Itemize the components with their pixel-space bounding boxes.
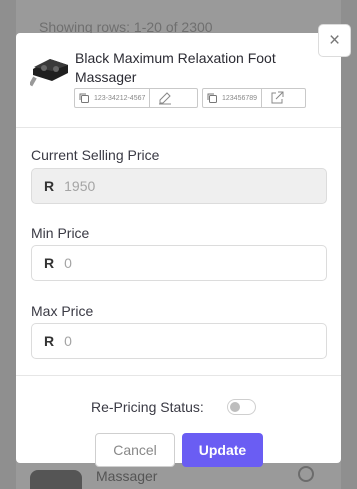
min-price-input[interactable]: R 0 <box>31 245 327 281</box>
max-price-label: Max Price <box>31 303 94 319</box>
repricing-status-label: Re-Pricing Status: <box>91 399 204 415</box>
max-price-placeholder: 0 <box>64 333 72 349</box>
sku-chip: 123-34212-4567 <box>74 88 198 108</box>
cancel-button[interactable]: Cancel <box>95 433 175 467</box>
modal-header: Black Maximum Relaxation Foot Massager 1… <box>16 33 341 128</box>
edit-icon[interactable] <box>149 89 179 107</box>
currency-symbol: R <box>44 255 55 271</box>
background-row-title: Massager <box>96 468 158 484</box>
product-image <box>30 59 68 87</box>
background-row-radio <box>298 466 314 482</box>
id-code: 123456789 <box>222 94 258 102</box>
current-selling-price-field: R 1950 <box>31 168 327 204</box>
current-selling-price-label: Current Selling Price <box>31 147 160 163</box>
update-button[interactable]: Update <box>182 433 263 467</box>
min-price-label: Min Price <box>31 225 90 241</box>
product-title: Black Maximum Relaxation Foot Massager <box>75 50 276 85</box>
footer-divider <box>16 375 341 376</box>
copy-icon[interactable] <box>75 89 92 107</box>
current-selling-price-value: 1950 <box>64 178 96 194</box>
id-chip: 123456789 <box>202 88 306 108</box>
copy-icon[interactable] <box>203 89 220 107</box>
currency-symbol: R <box>44 178 55 194</box>
external-link-icon[interactable] <box>261 89 291 107</box>
close-icon[interactable]: × <box>318 24 351 57</box>
toggle-knob <box>230 402 240 412</box>
max-price-input[interactable]: R 0 <box>31 323 327 359</box>
background-row-thumbnail <box>30 470 82 489</box>
repricing-status-toggle[interactable] <box>227 399 256 415</box>
sku-code: 123-34212-4567 <box>94 94 146 102</box>
currency-symbol: R <box>44 333 55 349</box>
min-price-placeholder: 0 <box>64 255 72 271</box>
repricing-modal: Black Maximum Relaxation Foot Massager 1… <box>16 33 341 467</box>
